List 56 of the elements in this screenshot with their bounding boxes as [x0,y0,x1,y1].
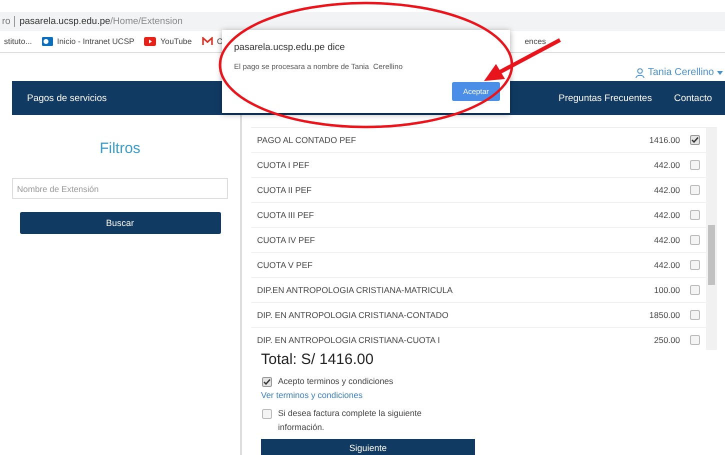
bookmark-link[interactable]: ences [524,37,546,46]
checkbox[interactable] [690,260,700,270]
payment-name: CUOTA II PEF [257,185,313,195]
payment-name: DIP.EN ANTROPOLOGIA CRISTIANA-MATRICULA [257,285,454,295]
sharepoint-icon [42,36,54,47]
payment-amount: 442.00 [654,185,680,195]
nav-link[interactable]: Pagos de servicios [27,92,107,104]
payment-amount: 1416.00 [649,135,680,145]
url-text: pasarela.ucsp.edu.pe/Home/Extension [19,16,183,27]
terms-link[interactable]: Ver terminos y condiciones [261,390,363,400]
payment-amount: 1850.00 [649,310,680,320]
payment-name: CUOTA I PEF [257,160,310,170]
payment-name: PAGO AL CONTADO PEF [257,135,358,145]
checkbox[interactable] [262,377,272,387]
bookmark-link[interactable]: C [216,37,223,46]
checkbox-label: Acepto terminos y condiciones [278,376,394,386]
address-bar[interactable]: ro pasarela.ucsp.edu.pe/Home/Extension [0,12,725,31]
checkbox[interactable] [262,409,272,419]
checkbox[interactable] [690,310,700,320]
gmail-icon [202,37,213,46]
total-amount: Total: S/ 1416.00 [261,351,374,368]
dialog-title: pasarela.ucsp.edu.pe dice [234,42,346,53]
scrollbar[interactable] [706,128,717,350]
next-button[interactable]: Siguiente [261,439,475,455]
checkbox[interactable] [690,160,700,170]
checkbox[interactable] [690,235,700,245]
payment-amount: 442.00 [654,260,680,270]
checkbox[interactable] [690,285,700,295]
payment-amount: 442.00 [654,235,680,245]
user-icon [634,68,645,78]
payment-name: CUOTA V PEF [257,260,314,270]
payment-amount: 442.00 [654,210,680,220]
youtube-icon [144,37,156,46]
payment-name: DIP. EN ANTROPOLOGIA CRISTIANA-CUOTA I [257,335,441,345]
checkbox[interactable] [690,335,700,345]
bookmark-link[interactable]: Inicio - Intranet UCSP [57,37,134,46]
payment-name: DIP. EN ANTROPOLOGIA CRISTIANA-CONTADO [257,310,450,320]
payment-amount: 250.00 [654,335,680,345]
bookmark-link[interactable]: YouTube [160,37,192,46]
payment-amount: 100.00 [654,285,680,295]
payment-name: CUOTA III PEF [257,210,315,220]
nav-link[interactable]: Contacto [674,92,712,104]
checkbox[interactable] [690,185,700,195]
search-field[interactable]: Nombre de Extensión [12,178,228,199]
payment-amount: 442.00 [654,160,680,170]
tab-fragment: ro [2,16,10,27]
checkbox-label: Si desea factura complete la siguiente información. [278,407,423,434]
bookmark-link[interactable]: stituto... [4,37,32,46]
payment-name: CUOTA IV PEF [257,235,316,245]
filters-title: Filtros [100,140,140,157]
search-button[interactable]: Buscar [20,212,220,234]
checkbox[interactable] [690,210,700,220]
nav-link[interactable]: Preguntas Frecuentes [558,92,652,104]
user-menu[interactable]: Tania Cerellino [634,67,714,78]
caret-icon [717,71,723,75]
checkbox[interactable] [690,135,700,145]
